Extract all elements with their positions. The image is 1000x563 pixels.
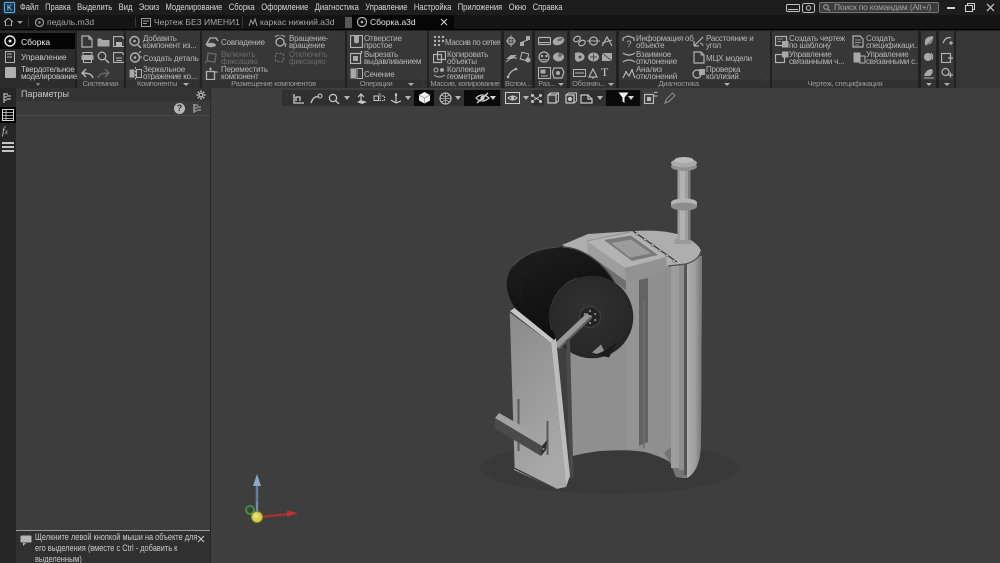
svg-text:?: ?: [626, 39, 631, 48]
svg-text:K: K: [7, 4, 13, 13]
